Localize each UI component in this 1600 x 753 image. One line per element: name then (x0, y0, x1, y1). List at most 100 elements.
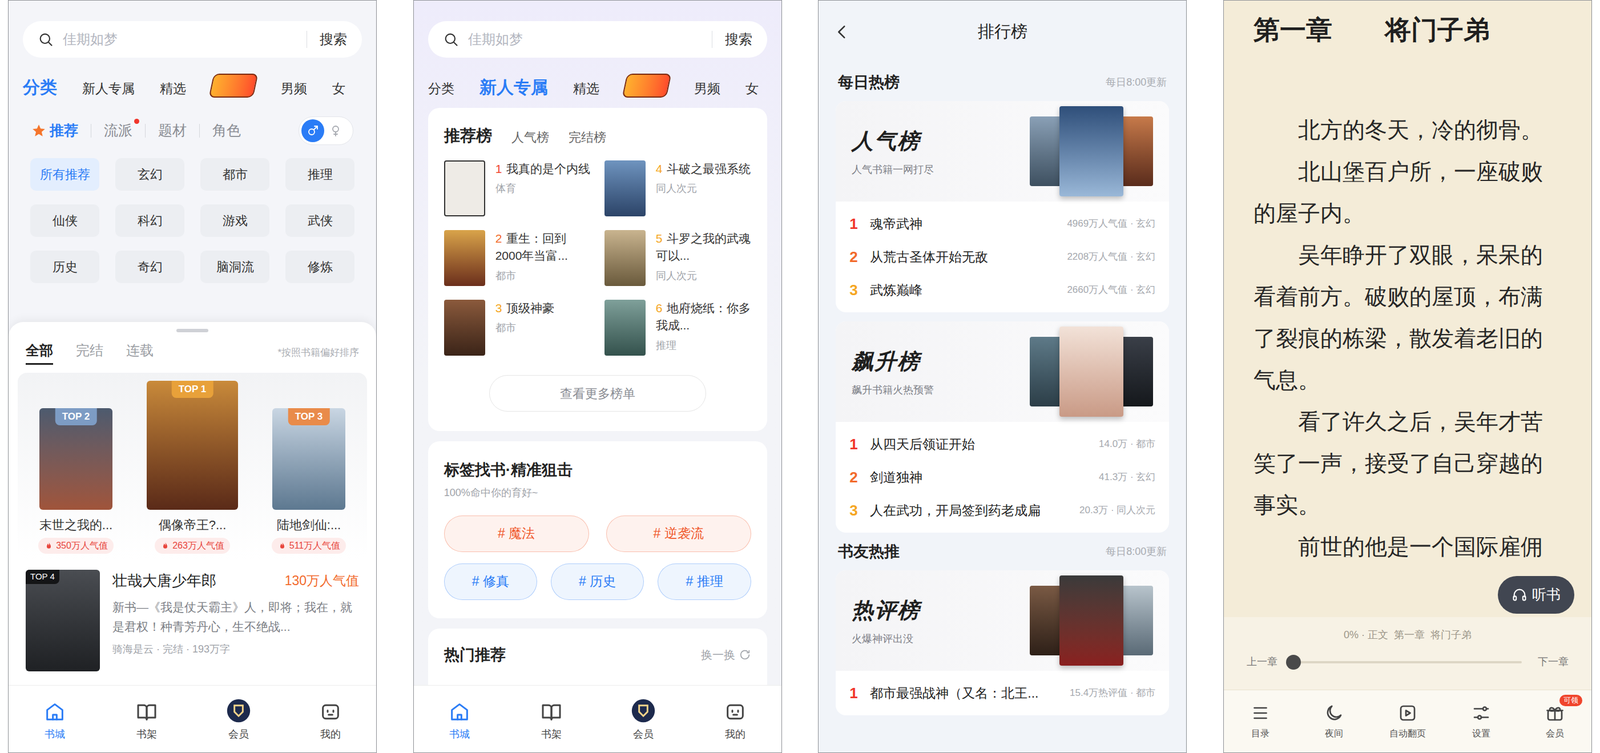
nav-label[interactable]: 书城 (449, 726, 470, 743)
tag-pill[interactable]: # 修真 (444, 563, 538, 600)
ranking-book[interactable]: 6地府烧纸：你多我成...推理 (604, 299, 752, 356)
genre-label[interactable]: 玄幻 (137, 164, 163, 184)
genre-label[interactable]: 脑洞流 (216, 257, 255, 277)
toolbar-label[interactable]: 设置 (1472, 726, 1491, 741)
sheet-tab[interactable]: 全部 (25, 340, 54, 365)
book-cover[interactable]: TOP 4 (25, 569, 100, 672)
book-cover[interactable] (1059, 575, 1124, 666)
genre-chip[interactable]: 科幻 (115, 204, 185, 237)
nav-item[interactable]: 书城 (430, 696, 489, 743)
genre-chip[interactable]: 推理 (285, 158, 355, 191)
book-title[interactable]: 重生：回到2000年当富... (495, 231, 568, 263)
nav-label[interactable]: 我的 (724, 726, 746, 743)
book-title[interactable]: 斗罗之我的武魂可以... (655, 231, 752, 263)
genre-label[interactable]: 科幻 (137, 211, 163, 231)
book-title[interactable]: 都市最强战神（又名：北王... (869, 683, 1065, 704)
genre-chip[interactable]: 历史 (30, 250, 100, 284)
tag-pill[interactable]: # 历史 (550, 563, 644, 600)
board-row[interactable]: 1都市最强战神（又名：北王...15.4万热评值 · 都市 (849, 676, 1156, 710)
search-input[interactable] (62, 29, 294, 50)
board-row[interactable]: 2从荒古圣体开始无敌2208万人气值 · 玄幻 (849, 240, 1156, 274)
filter-label[interactable]: 推荐 (49, 119, 79, 142)
toolbar-item[interactable]: 设置 (1452, 702, 1510, 741)
book-title[interactable]: 人在武功，开局签到药老成扁 (869, 500, 1074, 521)
tag-label[interactable]: # 历史 (578, 571, 616, 592)
book-title[interactable]: 斗破之最强系统 (666, 162, 751, 176)
channel-tab[interactable]: 精选 (573, 78, 600, 101)
book-title[interactable]: 武炼巅峰 (869, 280, 1062, 301)
channel-tab[interactable]: 精选 (159, 78, 187, 101)
channel-tab[interactable]: 新人专属 (82, 78, 135, 101)
filter-label[interactable]: 角色 (212, 119, 241, 142)
nav-item[interactable]: 我的 (706, 696, 764, 743)
sheet-tab[interactable]: 连载 (126, 340, 154, 365)
sheet-handle[interactable] (176, 328, 209, 333)
toolbar-label[interactable]: 会员 (1545, 726, 1565, 741)
book-cover[interactable] (444, 299, 486, 356)
filter-tab[interactable]: 角色 (212, 119, 241, 142)
next-chapter[interactable]: 下一章 (1537, 654, 1569, 670)
back-button[interactable] (832, 22, 867, 42)
genre-chip[interactable]: 修炼 (285, 250, 355, 284)
search-input[interactable] (468, 29, 700, 50)
tag-pill[interactable]: # 逆袭流 (606, 515, 752, 552)
podium-book[interactable]: TOP 3陆地剑仙:...511万人气值 (257, 408, 361, 554)
book-cover[interactable] (444, 160, 486, 217)
genre-label[interactable]: 所有推荐 (39, 164, 91, 184)
book-cover[interactable] (604, 160, 646, 217)
book-title[interactable]: 末世之我的... (39, 515, 113, 535)
ranking-tab[interactable]: 完结榜 (568, 127, 607, 148)
toolbar-item[interactable]: 会员可领 (1526, 702, 1584, 741)
book-cover[interactable] (604, 230, 646, 286)
book-cover[interactable] (444, 230, 486, 286)
genre-chip[interactable]: 仙侠 (30, 204, 100, 237)
genre-label[interactable]: 历史 (52, 257, 78, 277)
genre-label[interactable]: 修炼 (307, 257, 333, 277)
slider-thumb[interactable] (1286, 654, 1301, 670)
featured-book[interactable]: TOP 4壮哉大唐少年郎130万人气值新书—《我是仗天霸主》人，即将；我在，就是… (8, 569, 377, 672)
toolbar-item[interactable]: 夜间 (1305, 702, 1363, 741)
toolbar-label[interactable]: 目录 (1251, 726, 1270, 741)
board-row[interactable]: 2剑道独神41.3万 · 玄幻 (849, 460, 1156, 494)
genre-chip[interactable]: 游戏 (200, 204, 270, 237)
search-button[interactable]: 搜索 (724, 29, 753, 50)
more-rankings-label[interactable]: 查看更多榜单 (559, 384, 636, 403)
tag-label[interactable]: # 逆袭流 (653, 523, 704, 544)
nav-label[interactable]: 书架 (541, 726, 562, 743)
genre-chip[interactable]: 都市 (200, 158, 270, 191)
nav-item[interactable]: 会员 (210, 696, 268, 743)
channel-tab[interactable]: 新人专属 (479, 74, 548, 100)
board-banner[interactable]: 人气榜人气书籍一网打尽 (835, 101, 1170, 202)
board-row[interactable]: 1从四天后领证开始14.0万 · 都市 (849, 427, 1156, 461)
filter-tab[interactable]: 题材 (158, 119, 187, 142)
nav-item[interactable]: 书城 (26, 696, 84, 743)
book-cover[interactable]: TOP 1 (146, 380, 239, 510)
more-rankings-button[interactable]: 查看更多榜单 (489, 375, 707, 412)
board-row[interactable]: 3武炼巅峰2660万人气值 · 玄幻 (849, 273, 1156, 307)
sheet-tab[interactable]: 完结 (75, 340, 104, 365)
ranking-book[interactable]: 5斗罗之我的武魂可以...同人次元 (604, 230, 752, 286)
book-cover[interactable]: TOP 3 (272, 408, 346, 510)
ranking-tab[interactable]: 推荐榜 (444, 123, 493, 148)
genre-chip[interactable]: 玄幻 (115, 158, 185, 191)
promo-tab[interactable] (211, 73, 256, 100)
nav-label[interactable]: 会员 (633, 726, 654, 743)
search-button[interactable]: 搜索 (319, 29, 348, 50)
ranking-book[interactable]: 1我真的是个内线体育 (444, 160, 591, 217)
ranking-book[interactable]: 3顶级神豪都市 (444, 299, 591, 356)
promo-tab[interactable] (624, 73, 669, 100)
filter-tab[interactable]: 推荐 (31, 119, 79, 142)
genre-label[interactable]: 仙侠 (52, 211, 78, 231)
board-banner[interactable]: 热评榜火爆神评出没 (835, 570, 1170, 671)
tag-label[interactable]: # 推理 (685, 571, 723, 592)
tag-label[interactable]: # 魔法 (497, 523, 535, 544)
genre-chip[interactable]: 奇幻 (115, 250, 185, 284)
genre-label[interactable]: 游戏 (222, 211, 248, 231)
ranking-tab[interactable]: 人气榜 (511, 127, 550, 148)
nav-label[interactable]: 我的 (320, 726, 341, 743)
tag-label[interactable]: # 修真 (472, 571, 510, 592)
book-title[interactable]: 壮哉大唐少年郎 (112, 569, 217, 592)
book-title[interactable]: 剑道独神 (869, 467, 1094, 488)
refresh-label[interactable]: 换一换 (700, 646, 736, 664)
book-cover[interactable]: TOP 2 (39, 408, 113, 510)
